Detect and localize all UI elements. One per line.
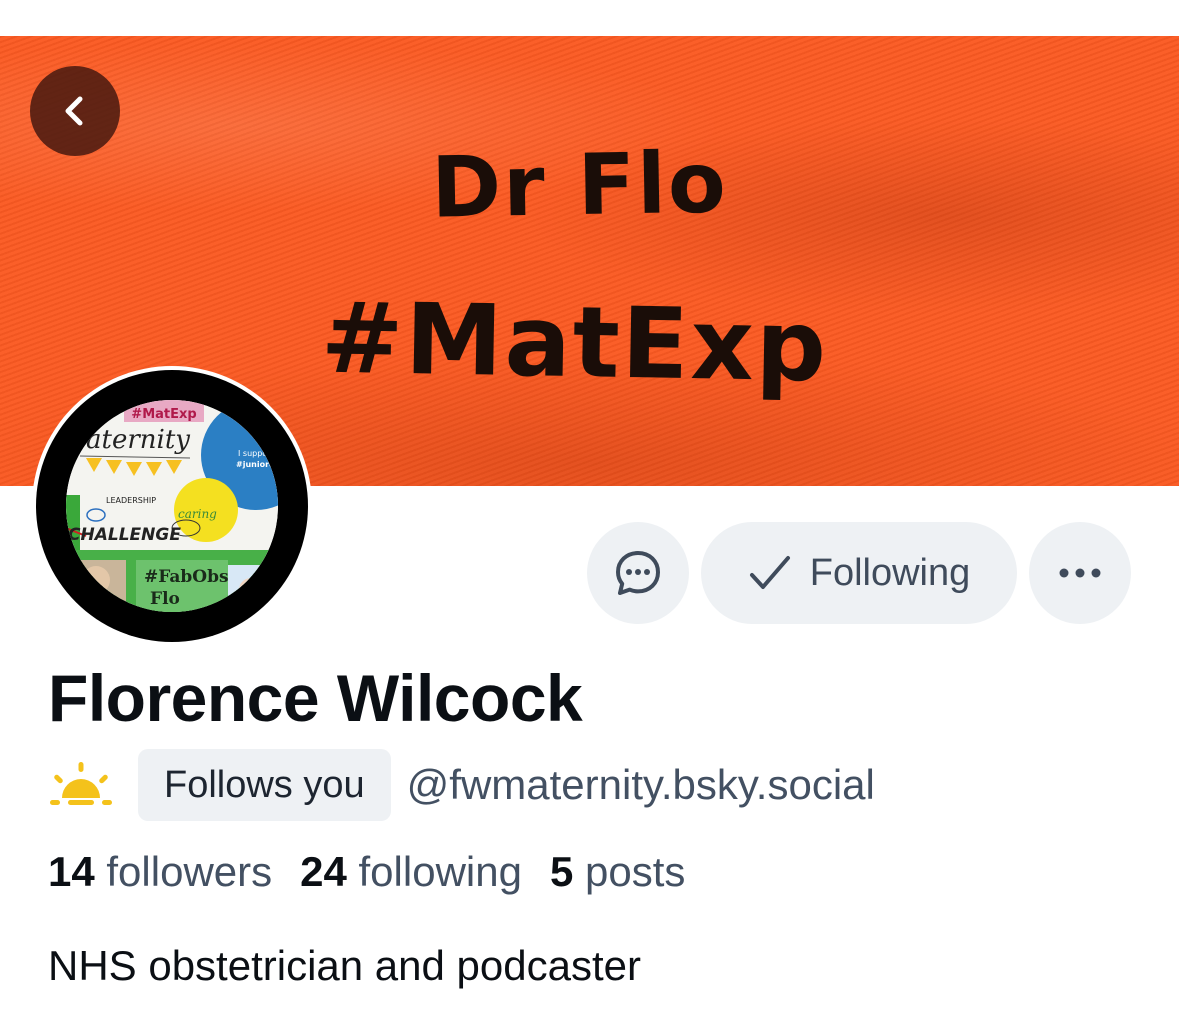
avatar-image: #MatExp aternity I support #juniordoctor… bbox=[66, 400, 278, 612]
avatar-text-challenge: CHALLENGE bbox=[68, 525, 181, 545]
posts-count: 5 bbox=[549, 848, 574, 895]
avatar-text-caring: caring bbox=[178, 507, 217, 521]
chevron-left-icon bbox=[65, 96, 83, 126]
profile-stats: 14 followers 24 following 5 posts bbox=[48, 848, 685, 896]
profile-page: Dr Flo #MatExp #MatExp aternity I suppor… bbox=[0, 0, 1179, 1026]
following-label: following bbox=[358, 848, 522, 895]
chat-bubble-icon bbox=[616, 551, 660, 595]
message-button[interactable] bbox=[587, 522, 689, 624]
followers-count: 14 bbox=[48, 848, 95, 895]
follows-you-badge: Follows you bbox=[138, 749, 391, 821]
checkmark-icon bbox=[749, 556, 790, 589]
avatar-text-flo: Flo bbox=[150, 589, 180, 609]
avatar-text-juniordoctors: #juniordoctors bbox=[236, 460, 278, 469]
following-button[interactable]: Following bbox=[701, 522, 1017, 624]
avatar-text-matexp: #MatExp bbox=[131, 407, 196, 422]
profile-handle[interactable]: @fwmaternity.bsky.social bbox=[407, 761, 875, 809]
followers-label: followers bbox=[106, 848, 273, 895]
avatar-text-leadership: LEADERSHIP bbox=[106, 496, 156, 505]
avatar-text-support: I support bbox=[238, 449, 274, 458]
display-name: Florence Wilcock bbox=[48, 661, 583, 735]
back-button[interactable] bbox=[30, 66, 120, 156]
following-count: 24 bbox=[300, 848, 347, 895]
avatar-text-aternity: aternity bbox=[86, 425, 190, 455]
posts-label: posts bbox=[584, 848, 686, 895]
avatar[interactable]: #MatExp aternity I support #juniordoctor… bbox=[32, 366, 312, 646]
ellipsis-icon bbox=[1059, 568, 1101, 578]
following-button-label: Following bbox=[809, 551, 971, 594]
profile-bio: NHS obstetrician and podcaster bbox=[48, 942, 641, 989]
avatar-text-fabobs: #FabObs bbox=[144, 567, 229, 587]
banner-text-line1: Dr Flo bbox=[430, 133, 729, 237]
more-options-button[interactable] bbox=[1029, 522, 1131, 624]
posts-stat: 5 posts bbox=[550, 848, 685, 896]
handle-row: Follows you @fwmaternity.bsky.social bbox=[48, 749, 875, 821]
sun-icon bbox=[48, 749, 118, 821]
followers-stat[interactable]: 14 followers bbox=[48, 848, 272, 896]
following-stat[interactable]: 24 following bbox=[300, 848, 522, 896]
